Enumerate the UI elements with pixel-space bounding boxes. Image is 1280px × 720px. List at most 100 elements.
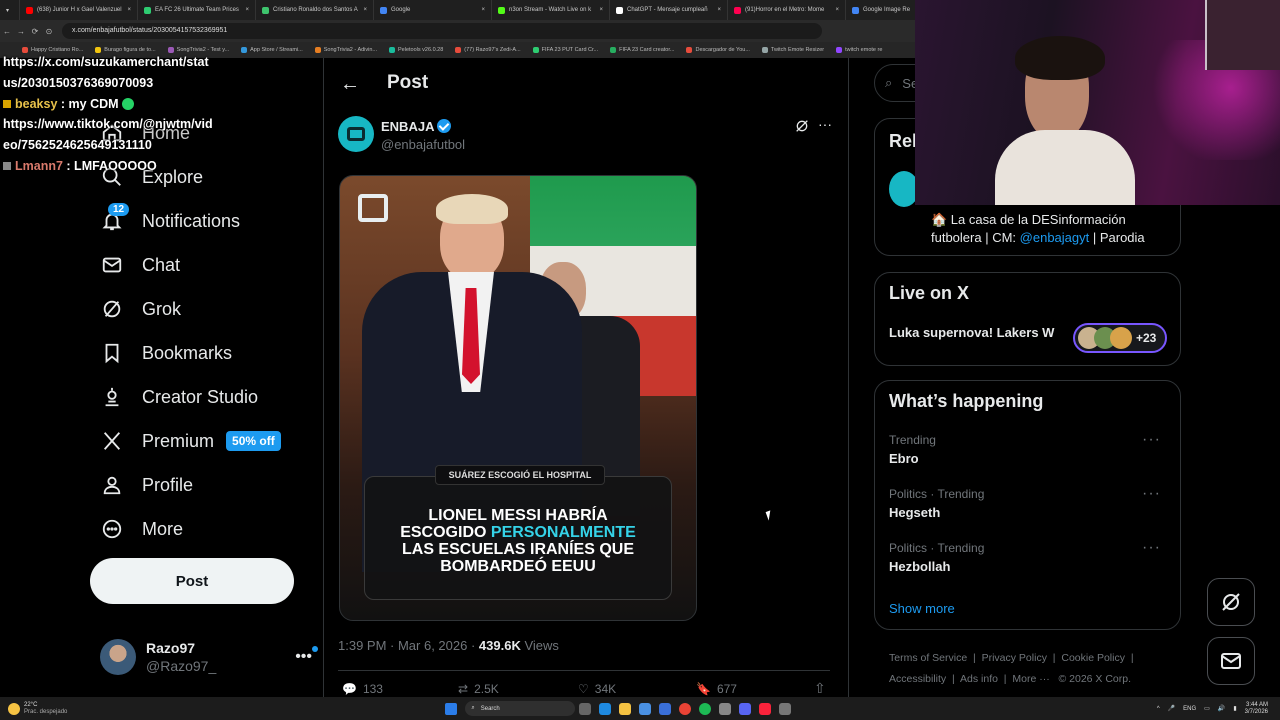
post-timestamp[interactable]: 1:39 PM · Mar 6, 2026 ·: [338, 638, 475, 653]
nav-bookmarks[interactable]: Bookmarks: [100, 333, 232, 373]
account-switcher[interactable]: Razo97 @Razo97_ •••: [100, 639, 318, 675]
tab-title: ChatGPT - Mensaje cumpleañ: [627, 7, 708, 13]
nav-notifications[interactable]: 12 Notifications: [100, 201, 240, 241]
windows-taskbar: 22°C Prac. despejado ⌕ Search ^ 🎤 ENG ▭ 🔊 …: [0, 697, 1280, 720]
footer-link[interactable]: More ···: [1012, 673, 1049, 685]
forward-icon[interactable]: →: [14, 27, 28, 36]
file-explorer-icon[interactable]: [619, 702, 632, 715]
task-view-icon[interactable]: [579, 702, 592, 715]
bookmark-item[interactable]: twitch emote re: [836, 47, 882, 53]
trend-item[interactable]: Politics · Trending Hegseth ···: [889, 485, 1169, 520]
browser-tab[interactable]: (638) Junior H x Gael Valenzuel ×: [20, 0, 138, 20]
browser-tab[interactable]: ChatGPT - Mensaje cumpleañ ×: [610, 0, 728, 20]
messages-float-button[interactable]: [1207, 637, 1255, 685]
tab-close-icon[interactable]: ×: [245, 7, 249, 13]
language-indicator[interactable]: ENG: [1183, 706, 1196, 712]
image-caption-box: SUÁREZ ESCOGIÓ EL HOSPITAL LIONEL MESSI …: [364, 465, 672, 600]
chrome-icon[interactable]: [679, 702, 692, 715]
bookmark-item[interactable]: Descargador de You...: [686, 47, 750, 53]
bookmark-button[interactable]: 🔖 677: [696, 682, 737, 696]
reload-icon[interactable]: ⟳: [28, 27, 42, 36]
bookmark-item[interactable]: FIFA 23 PUT Card Cr...: [532, 47, 598, 53]
browser-tab[interactable]: (91)Horror en el Metro: Mome ×: [728, 0, 846, 20]
trend-more-icon[interactable]: ···: [1142, 539, 1161, 557]
edge-icon[interactable]: [599, 702, 612, 715]
share-icon[interactable]: ⇧: [814, 680, 826, 697]
volume-icon[interactable]: 🔊: [1218, 705, 1225, 712]
reply-button[interactable]: 💬 133: [342, 682, 383, 696]
tray-chevron-icon[interactable]: ^: [1157, 706, 1160, 712]
nav-profile[interactable]: Profile: [100, 465, 193, 505]
bio-mention-link[interactable]: @enbajagyt: [1020, 230, 1090, 245]
bookmark-item[interactable]: Twitch Emote Resizer: [761, 47, 824, 53]
repost-button[interactable]: ⇄ 2.5K: [458, 682, 499, 696]
music-icon[interactable]: [759, 702, 772, 715]
show-more-link[interactable]: Show more: [889, 601, 955, 616]
tab-close-icon[interactable]: ×: [481, 7, 485, 13]
weather-widget[interactable]: 22°C Prac. despejado: [8, 702, 67, 716]
post-button[interactable]: Post: [90, 558, 294, 604]
nav-grok[interactable]: Grok: [100, 289, 181, 329]
footer-link[interactable]: Ads info: [960, 673, 998, 685]
mail-app-icon[interactable]: [659, 702, 672, 715]
tab-close-icon[interactable]: ×: [363, 7, 367, 13]
nav-more[interactable]: More: [100, 509, 183, 549]
back-icon[interactable]: ←: [0, 27, 14, 36]
nav-creator-studio[interactable]: Creator Studio: [100, 377, 258, 417]
author-avatar[interactable]: [338, 116, 374, 152]
tab-close-icon[interactable]: ×: [717, 7, 721, 13]
nav-premium[interactable]: Premium 50% off: [100, 421, 281, 461]
like-button[interactable]: ♡ 34K: [578, 682, 616, 696]
browser-tab[interactable]: Cristiano Ronaldo dos Santos A ×: [256, 0, 374, 20]
trend-more-icon[interactable]: ···: [1142, 431, 1161, 449]
footer-link[interactable]: Privacy Policy: [982, 652, 1047, 664]
network-icon[interactable]: ▭: [1204, 705, 1210, 712]
weather-icon: [8, 702, 20, 715]
author-handle[interactable]: @enbajafutbol: [381, 137, 465, 152]
browser-tab[interactable]: n3on Stream - Watch Live on k ×: [492, 0, 610, 20]
live-avatars[interactable]: +23: [1073, 323, 1167, 353]
nav-chat[interactable]: Chat: [100, 245, 180, 285]
footer-link[interactable]: Accessibility: [889, 673, 946, 685]
views-label: Views: [524, 638, 559, 653]
battery-icon[interactable]: ▮: [1233, 705, 1236, 712]
trend-item[interactable]: Trending Ebro ···: [889, 431, 1169, 466]
bookmark-item[interactable]: Peletools v26.0.28: [389, 47, 443, 53]
url-field[interactable]: x.com/enbajafutbol/status/20300541575323…: [62, 23, 822, 39]
post-image[interactable]: SUÁREZ ESCOGIÓ EL HOSPITAL LIONEL MESSI …: [339, 175, 697, 621]
bookmark-favicon-icon: [686, 47, 693, 53]
start-button[interactable]: [445, 702, 458, 715]
bookmark-item[interactable]: App Store / Streami...: [241, 47, 303, 53]
clock[interactable]: 3:44 AM 3/7/2026: [1245, 702, 1268, 716]
tab-title: (91)Horror en el Metro: Mome: [745, 7, 825, 13]
tab-close-icon[interactable]: ×: [127, 7, 131, 13]
site-info-icon[interactable]: ⊙: [42, 27, 56, 36]
live-item[interactable]: Luka supernova! Lakers W: [889, 325, 1054, 340]
grok-float-button[interactable]: [1207, 578, 1255, 626]
tab-list-button[interactable]: ▾: [0, 0, 20, 20]
bookmark-favicon-icon: [241, 47, 248, 53]
footer-link[interactable]: Cookie Policy: [1061, 652, 1125, 664]
back-arrow-icon[interactable]: ←: [340, 73, 360, 96]
browser-tab[interactable]: Google ×: [374, 0, 492, 20]
discord-icon[interactable]: [739, 702, 752, 715]
tab-close-icon[interactable]: ×: [835, 7, 839, 13]
microphone-icon[interactable]: 🎤: [1168, 705, 1175, 712]
tab-close-icon[interactable]: ×: [599, 7, 603, 13]
taskbar-search[interactable]: ⌕ Search: [465, 701, 576, 716]
trend-item[interactable]: Politics · Trending Hezbollah ···: [889, 539, 1169, 574]
author-name-row[interactable]: ENBAJA: [381, 119, 452, 134]
store-icon[interactable]: [639, 702, 652, 715]
footer-link[interactable]: Terms of Service: [889, 652, 967, 664]
browser-tab[interactable]: EA FC 26 Ultimate Team Prices ×: [138, 0, 256, 20]
bookmark-item[interactable]: SongTrivia2 - Adivin...: [314, 47, 377, 53]
spotify-icon[interactable]: [699, 702, 712, 715]
trend-more-icon[interactable]: ···: [1142, 485, 1161, 503]
app-icon[interactable]: [719, 702, 732, 715]
bookmark-item[interactable]: FIFA 23 Card creator...: [610, 47, 674, 53]
app-icon[interactable]: [779, 702, 792, 715]
bookmark-item[interactable]: (77) Razo97's Zedi-A...: [455, 47, 521, 53]
grok-explain-icon[interactable]: [794, 118, 810, 134]
tab-favicon-icon: [144, 6, 151, 14]
post-more-icon[interactable]: ···: [818, 116, 832, 132]
